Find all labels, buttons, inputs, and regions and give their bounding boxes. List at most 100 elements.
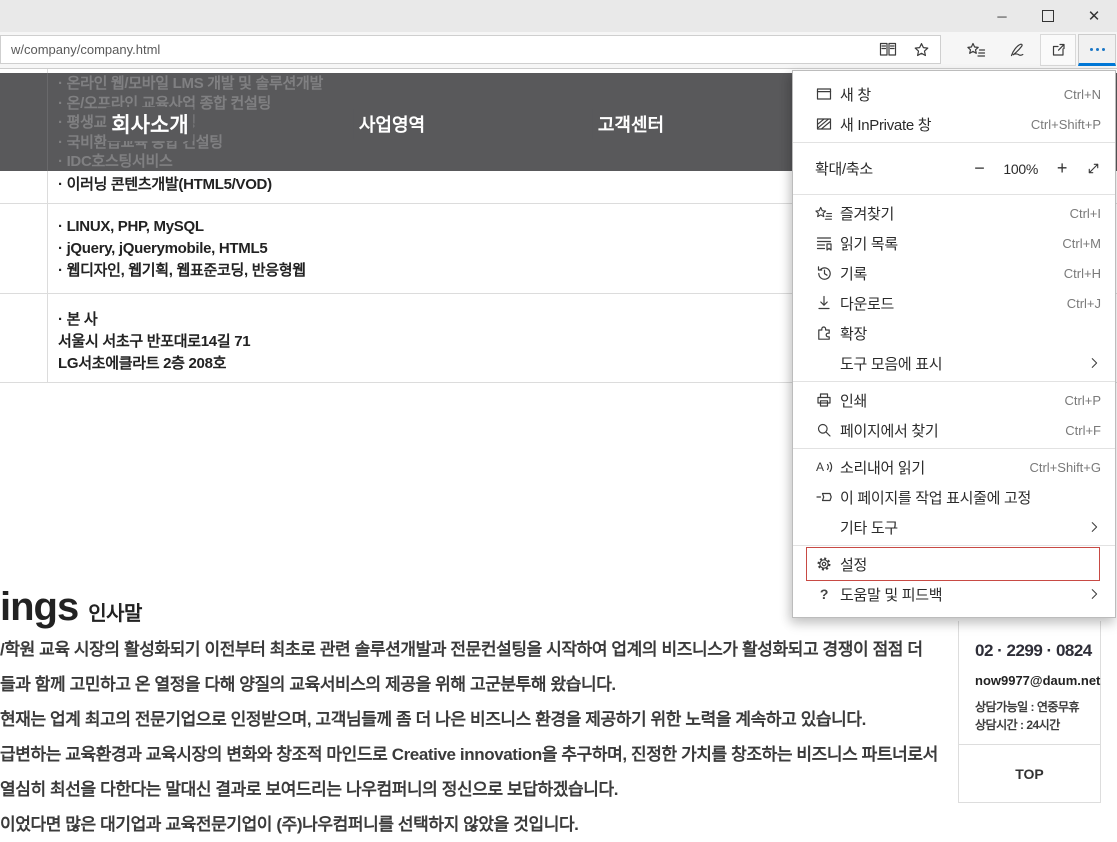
menu-item-help-feedback[interactable]: ? 도움말 및 피드백 (793, 579, 1115, 609)
share-button[interactable] (1040, 34, 1076, 66)
menu-item-label: 확장 (840, 323, 867, 344)
favorite-star-icon[interactable] (913, 42, 930, 58)
web-note-pen-button[interactable] (1000, 34, 1036, 66)
help-icon: ? (815, 586, 833, 602)
title-bar: ─ ✕ (0, 0, 1117, 32)
menu-item-shortcut: Ctrl+J (1067, 296, 1101, 311)
nav-item-business[interactable]: 사업영역 (354, 109, 430, 139)
fullscreen-icon[interactable] (1086, 161, 1101, 176)
ellipsis-icon (1090, 48, 1093, 51)
search-icon (815, 422, 833, 438)
menu-item-label: 기록 (840, 263, 867, 284)
gear-icon (815, 556, 833, 572)
menu-item-shortcut: Ctrl+F (1065, 423, 1101, 438)
reading-view-icon[interactable] (879, 42, 897, 58)
menu-item-shortcut: Ctrl+Shift+P (1031, 117, 1101, 132)
minimize-icon: ─ (997, 9, 1006, 24)
menu-item-settings[interactable]: 설정 (793, 549, 1115, 579)
contact-availability: 상담가능일 : 연중무휴 (975, 698, 1100, 716)
chevron-right-icon (1087, 356, 1101, 370)
menu-item-label: 읽기 목록 (840, 233, 898, 254)
pin-icon (815, 489, 833, 505)
zoom-label: 확대/축소 (815, 158, 873, 179)
menu-item-new-window[interactable]: 새 창 Ctrl+N (793, 79, 1115, 109)
menu-item-label: 설정 (840, 554, 867, 575)
contact-hours: 상담시간 : 24시간 (975, 716, 1100, 734)
menu-item-new-inprivate-window[interactable]: 새 InPrivate 창 Ctrl+Shift+P (793, 109, 1115, 139)
menu-item-label: 새 창 (840, 84, 871, 105)
address-bar[interactable]: w/company/company.html (0, 35, 941, 64)
scroll-top-button[interactable]: TOP (959, 744, 1100, 802)
menu-item-zoom: 확대/축소 − 100% + (793, 146, 1115, 191)
share-icon (1050, 42, 1067, 58)
menu-item-history[interactable]: 기록 Ctrl+H (793, 258, 1115, 288)
menu-item-shortcut: Ctrl+I (1070, 206, 1101, 221)
menu-item-show-in-toolbar[interactable]: 도구 모음에 표시 (793, 348, 1115, 378)
hub-favorites-button[interactable] (958, 34, 994, 66)
menu-item-shortcut: Ctrl+N (1064, 87, 1101, 102)
greeting-line: 이었다면 많은 대기업과 교육전문기업이 (주)나우컴퍼니를 선택하지 않았을 … (0, 807, 960, 842)
menu-item-shortcut: Ctrl+H (1064, 266, 1101, 281)
hub-star-icon (967, 42, 986, 58)
menu-item-label: 즐겨찾기 (840, 203, 894, 224)
maximize-button[interactable] (1025, 0, 1071, 32)
more-options-button[interactable] (1078, 34, 1116, 66)
menu-divider (793, 448, 1115, 449)
menu-item-label: 새 InPrivate 창 (840, 114, 931, 135)
table-cell-line: · jQuery, jQuerymobile, HTML5 (58, 238, 306, 260)
table-row: · 본 사 서울시 서초구 반포대로14길 71 LG서초에클라트 2층 208… (58, 309, 250, 375)
greeting-line: 들과 함께 고민하고 온 열정을 다해 양질의 교육서비스의 제공을 위해 고군… (0, 667, 960, 702)
menu-item-find-on-page[interactable]: 페이지에서 찾기 Ctrl+F (793, 415, 1115, 445)
menu-divider (793, 545, 1115, 546)
table-cell-line: · 본 사 (58, 309, 250, 331)
menu-item-read-aloud[interactable]: A 소리내어 읽기 Ctrl+Shift+G (793, 452, 1115, 482)
browser-toolbar: w/company/company.html (0, 32, 1117, 69)
greeting-heading: ings인사말 (0, 585, 142, 629)
nav-item-company[interactable]: 회사소개 (106, 107, 193, 141)
svg-text:A: A (816, 460, 824, 474)
table-cell-line: LG서초에클라트 2층 208호 (58, 353, 250, 375)
greeting-line: 급변하는 교육환경과 교육시장의 변화와 창조적 마인드로 Creative i… (0, 737, 960, 772)
contact-box: 02 · 2299 · 0824 now9977@daum.net 상담가능일 … (958, 621, 1101, 803)
download-icon (815, 295, 833, 311)
read-aloud-icon: A (815, 459, 833, 475)
table-cell-line: · 이러닝 콘텐츠개발(HTML5/VOD) (58, 174, 272, 196)
menu-item-label: 도움말 및 피드백 (840, 584, 942, 605)
menu-item-reading-list[interactable]: 읽기 목록 Ctrl+M (793, 228, 1115, 258)
menu-item-label: 다운로드 (840, 293, 894, 314)
inprivate-window-icon (815, 116, 833, 132)
printer-icon (815, 392, 833, 408)
menu-item-label: 인쇄 (840, 390, 867, 411)
greeting-paragraphs: /학원 교육 시장의 활성화되기 이전부터 최초로 관련 솔루션개발과 전문컨설… (0, 632, 960, 842)
extensions-icon (815, 325, 833, 341)
menu-item-shortcut: Ctrl+P (1065, 393, 1101, 408)
reading-list-icon (815, 235, 833, 251)
phone-number: 02 · 2299 · 0824 (975, 641, 1100, 661)
greeting-line: 현재는 업계 최고의 전문기업으로 인정받으며, 고객님들께 좀 더 나은 비즈… (0, 702, 960, 737)
table-cell-line: · LINUX, PHP, MySQL (58, 216, 306, 238)
zoom-in-button[interactable]: + (1052, 158, 1072, 179)
maximize-icon (1042, 10, 1054, 22)
menu-item-pin-to-taskbar[interactable]: 이 페이지를 작업 표시줄에 고정 (793, 482, 1115, 512)
menu-item-print[interactable]: 인쇄 Ctrl+P (793, 385, 1115, 415)
email-address: now9977@daum.net (975, 673, 1100, 688)
menu-item-favorites[interactable]: 즐겨찾기 Ctrl+I (793, 198, 1115, 228)
pen-icon (1009, 42, 1027, 58)
nav-item-customer[interactable]: 고객센터 (593, 109, 669, 139)
url-text[interactable]: w/company/company.html (1, 42, 879, 57)
menu-item-downloads[interactable]: 다운로드 Ctrl+J (793, 288, 1115, 318)
menu-item-more-tools[interactable]: 기타 도구 (793, 512, 1115, 542)
menu-item-label: 소리내어 읽기 (840, 457, 925, 478)
ghost-list-item: · 온라인 웹/모바일 LMS 개발 및 솔루션개발 (58, 74, 323, 94)
menu-item-label: 도구 모음에 표시 (840, 353, 942, 374)
table-row: · 이러닝 콘텐츠개발(HTML5/VOD) (58, 174, 272, 196)
zoom-out-button[interactable]: − (969, 158, 989, 179)
favorites-hub-icon (815, 205, 833, 221)
menu-item-extensions[interactable]: 확장 (793, 318, 1115, 348)
minimize-button[interactable]: ─ (979, 0, 1025, 32)
close-button[interactable]: ✕ (1071, 0, 1117, 32)
menu-divider (793, 381, 1115, 382)
menu-divider (793, 194, 1115, 195)
chevron-right-icon (1087, 587, 1101, 601)
table-row: · LINUX, PHP, MySQL · jQuery, jQuerymobi… (58, 216, 306, 282)
